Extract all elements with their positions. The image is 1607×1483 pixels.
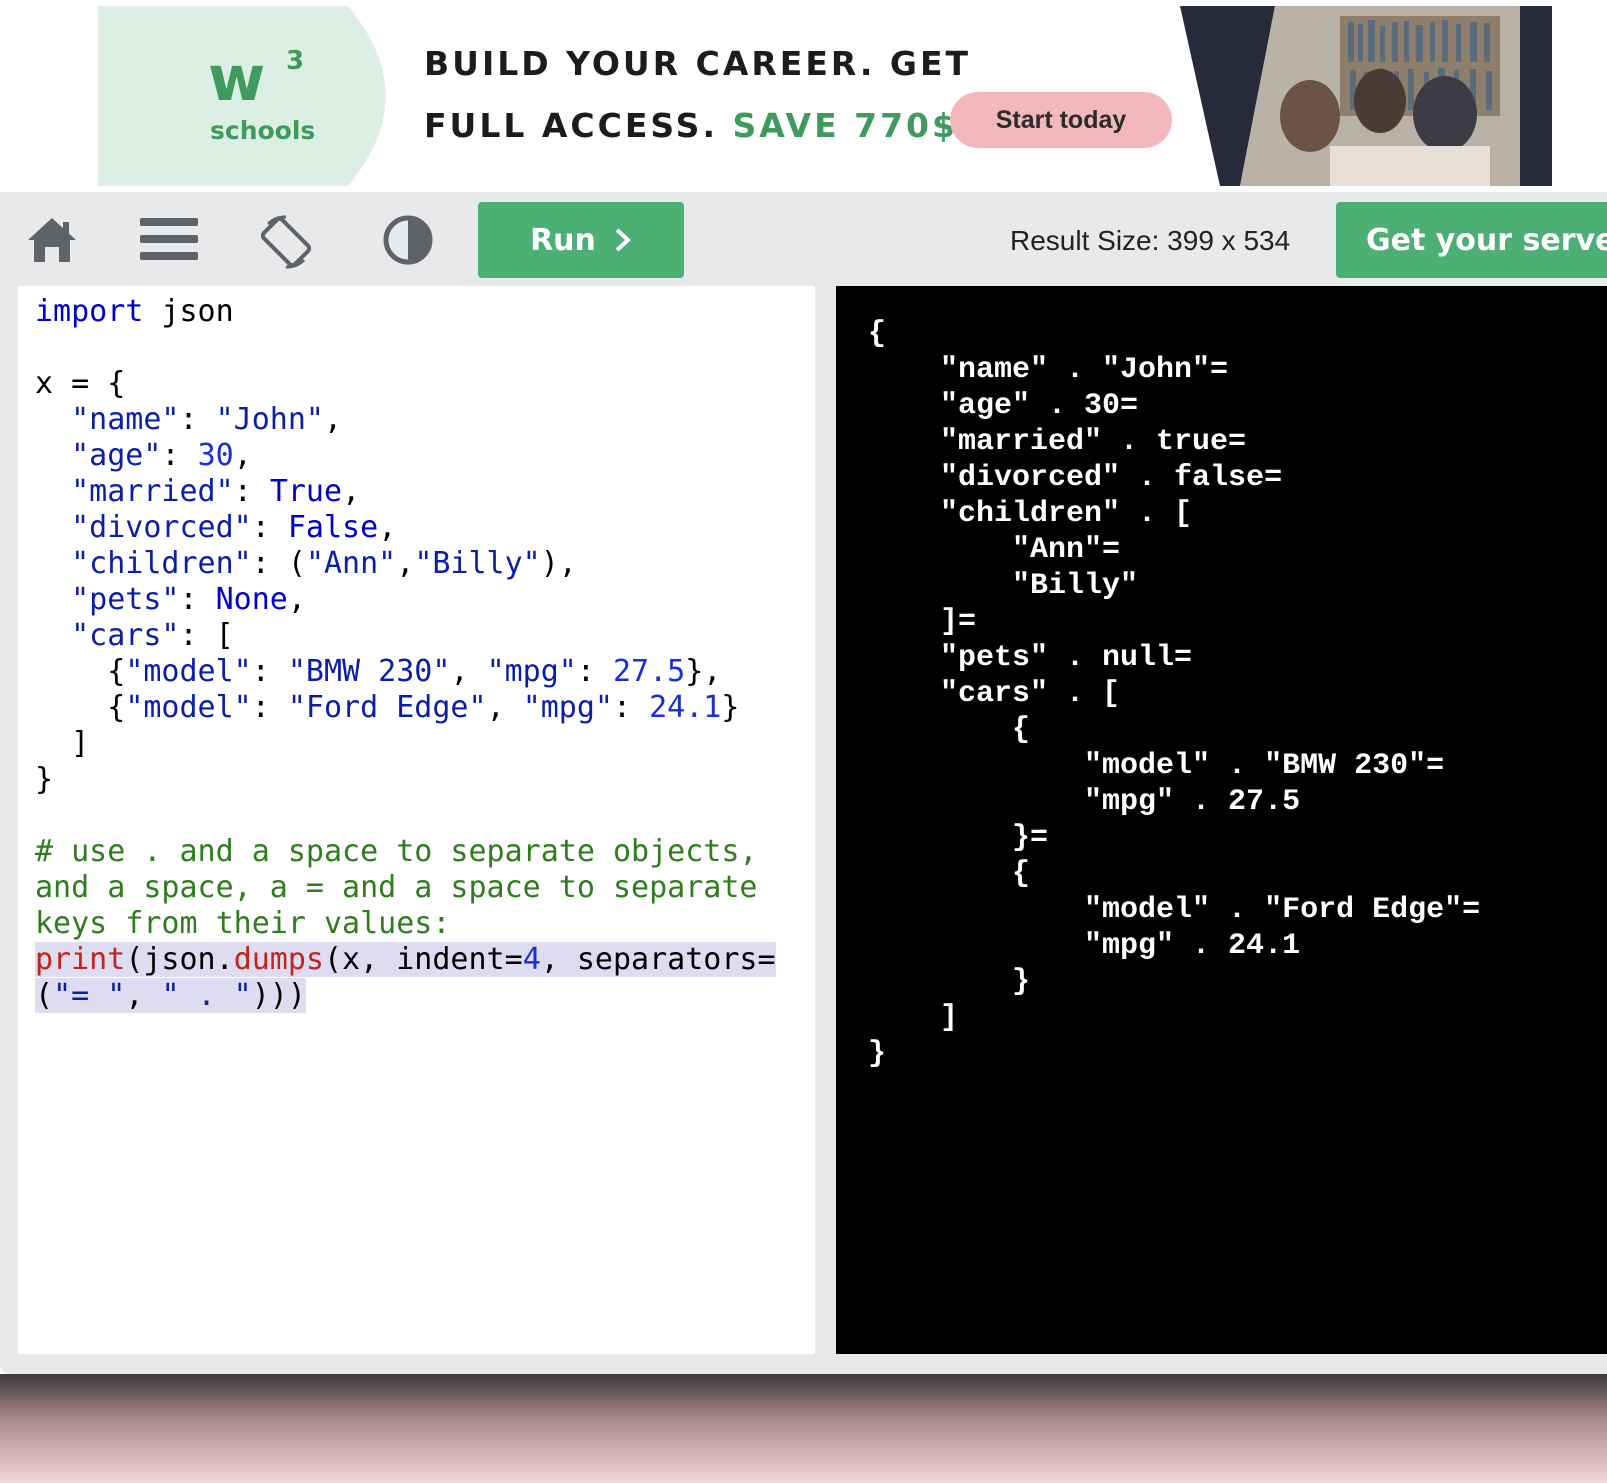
ad-headline-2-text: FULL ACCESS.	[424, 106, 733, 145]
code-string: "Ann"	[305, 546, 397, 581]
contrast-icon[interactable]	[382, 214, 434, 266]
code-line: "cars": [	[71, 618, 234, 653]
run-button[interactable]: Run	[478, 202, 684, 278]
code-string: "mpg"	[522, 690, 613, 725]
get-your-server-button[interactable]: Get your server	[1336, 202, 1607, 278]
code-string: "mpg"	[486, 654, 577, 689]
ad-photo	[1180, 6, 1552, 186]
code-comment: # use . and a space to separate objects,	[35, 834, 758, 869]
toolbar: Run Result Size: 399 x 534 Get your serv…	[0, 192, 1607, 286]
code-string: "name"	[71, 402, 180, 437]
output-line: {	[868, 857, 1031, 891]
output-line: "divorced" . false=	[868, 461, 1283, 495]
menu-icon[interactable]	[140, 214, 198, 264]
w3schools-logo-superscript: 3	[286, 46, 305, 76]
output-line: "model" . "Ford Edge"=	[868, 893, 1481, 927]
window-shadow	[0, 1374, 1607, 1483]
code-line-highlighted: ("= ", " . ")))	[35, 978, 306, 1013]
code-line: x = {	[35, 366, 126, 401]
code-line: "age": 30,	[71, 438, 252, 473]
code-line: "married": True,	[71, 474, 361, 509]
output-line: {	[868, 713, 1031, 747]
output-line: "mpg" . 24.1	[868, 929, 1301, 963]
code-string: "pets"	[71, 582, 180, 617]
output-line: "Ann"=	[868, 533, 1121, 567]
code-string: "model"	[125, 690, 252, 725]
code-line: ]	[35, 726, 90, 761]
code-string: "model"	[125, 654, 252, 689]
code-function: print	[35, 942, 126, 977]
code-line: {"model": "BMW 230", "mpg": 27.5},	[35, 654, 722, 689]
code-number: 27.5	[613, 654, 686, 689]
output-line: "name" . "John"=	[868, 353, 1229, 387]
output-line: "mpg" . 27.5	[868, 785, 1301, 819]
code-string: "married"	[71, 474, 234, 509]
result-size-label: Result Size: 399 x 534	[1010, 225, 1291, 256]
code-string: "= "	[53, 978, 126, 1013]
code-string: " . "	[161, 978, 252, 1013]
output-line: {	[868, 317, 887, 351]
output-line: "married" . true=	[868, 425, 1247, 459]
w3schools-logo-mark: w	[208, 42, 265, 115]
code-comment: and a space, a = and a space to separate	[35, 870, 758, 905]
code-line: "children": ("Ann","Billy"),	[71, 546, 577, 581]
code-keyword: True	[269, 474, 343, 509]
output-line: ]	[868, 1001, 959, 1035]
w3schools-logo-word: schools	[210, 116, 316, 145]
code-string: "divorced"	[71, 510, 252, 545]
code-line: "name": "John",	[71, 402, 343, 437]
code-string: "Ford Edge"	[287, 690, 487, 725]
program-output: { "name" . "John"= "age" . 30= "married"…	[868, 316, 1480, 1072]
start-today-button[interactable]: Start today	[950, 92, 1172, 148]
code-line-highlighted: print(json.dumps(x, indent=4, separators…	[35, 942, 776, 977]
ad-banner[interactable]: w 3 schools BUILD YOUR CAREER. GET FULL …	[98, 6, 1554, 186]
code-line: import json	[35, 294, 234, 329]
code-string: "children"	[71, 546, 252, 581]
output-line: ]=	[868, 605, 977, 639]
output-line: }	[868, 965, 1031, 999]
ad-headline-1: BUILD YOUR CAREER. GET	[424, 44, 972, 83]
ad-headline-2: FULL ACCESS. SAVE 770$	[424, 106, 958, 145]
code-string: "age"	[71, 438, 162, 473]
code-string: "cars"	[71, 618, 180, 653]
code-number: 24.1	[649, 690, 722, 725]
code-keyword: None	[215, 582, 288, 617]
chevron-right-icon	[615, 228, 631, 252]
home-icon[interactable]	[24, 214, 80, 264]
code-function: dumps	[233, 942, 324, 977]
code-keyword: import	[35, 294, 144, 329]
code-line: {"model": "Ford Edge", "mpg": 24.1}	[35, 690, 740, 725]
output-line: }=	[868, 821, 1049, 855]
result-pane: { "name" . "John"= "age" . 30= "married"…	[836, 286, 1607, 1354]
output-line: "pets" . null=	[868, 641, 1193, 675]
code-editor[interactable]: import json x = { "name": "John", "age":…	[18, 286, 815, 1354]
code-keyword: False	[287, 510, 379, 545]
code-string: "Billy"	[414, 546, 541, 581]
code-number: 4	[522, 942, 541, 977]
output-line: }	[868, 1037, 887, 1071]
ad-headline-2-accent: SAVE 770$	[732, 106, 958, 145]
code-content[interactable]: import json x = { "name": "John", "age":…	[35, 294, 776, 1014]
code-line: }	[35, 762, 54, 797]
output-line: "age" . 30=	[868, 389, 1139, 423]
run-button-label: Run	[530, 222, 596, 258]
code-line: "pets": None,	[71, 582, 306, 617]
code-number: 30	[197, 438, 234, 473]
code-line: "divorced": False,	[71, 510, 397, 545]
code-string: "BMW 230"	[287, 654, 451, 689]
code-string: "John"	[215, 402, 324, 437]
output-line: "children" . [	[868, 497, 1193, 531]
code-comment: keys from their values:	[35, 906, 451, 941]
rotate-icon[interactable]	[258, 214, 314, 270]
output-line: "cars" . [	[868, 677, 1121, 711]
output-line: "Billy"	[868, 569, 1139, 603]
output-line: "model" . "BMW 230"=	[868, 749, 1445, 783]
